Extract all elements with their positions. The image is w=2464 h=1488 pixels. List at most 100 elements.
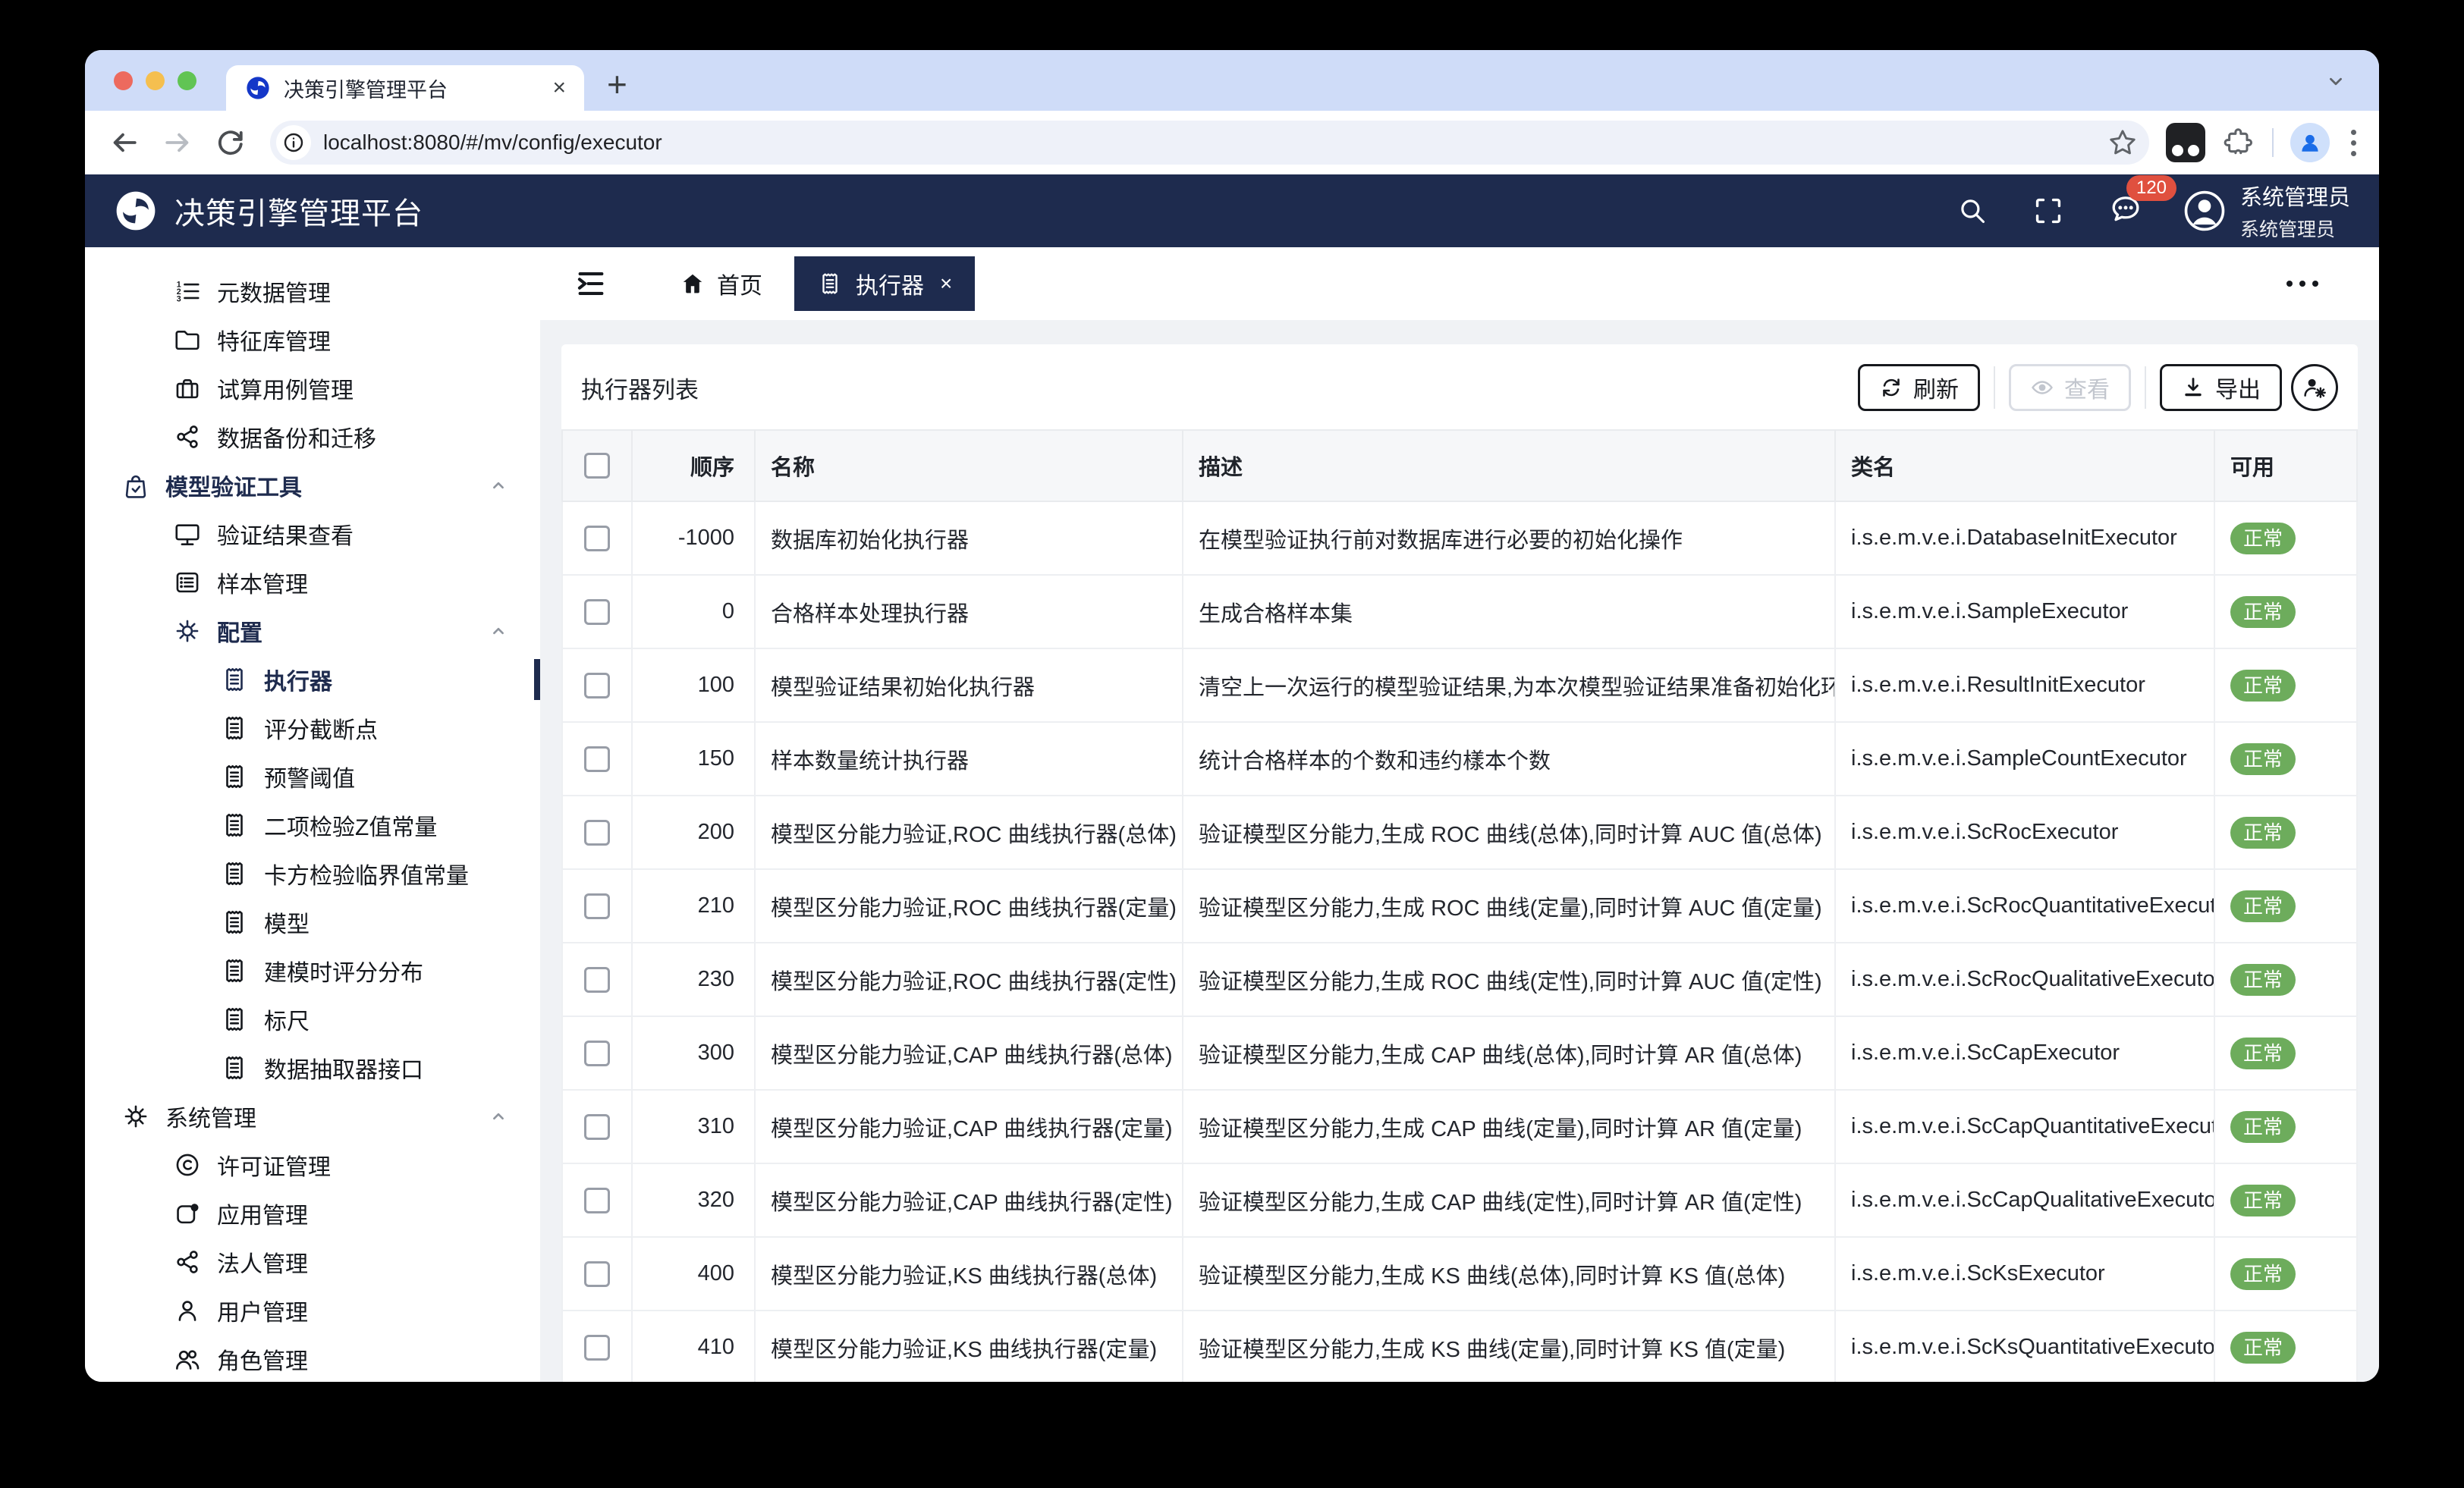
sidebar-item[interactable]: 模型验证工具 [85, 461, 540, 510]
user-avatar[interactable] [2183, 189, 2227, 233]
table-row: 300 模型区分能力验证,CAP 曲线执行器(总体) 验证模型区分能力,生成 C… [562, 1016, 2357, 1090]
cell-class: i.s.e.m.v.e.i.ScRocQuantitativeExecutor [1835, 869, 2214, 943]
cell-class: i.s.e.m.v.e.i.DatabaseInitExecutor [1835, 501, 2214, 575]
table-row: 230 模型区分能力验证,ROC 曲线执行器(定性) 验证模型区分能力,生成 R… [562, 943, 2357, 1016]
cell-desc: 验证模型区分能力,生成 CAP 曲线(定量),同时计算 AR 值(定量) [1183, 1090, 1835, 1163]
briefcase-icon [173, 374, 202, 403]
minimize-window-button[interactable] [146, 71, 165, 90]
bookmark-star-icon[interactable] [2107, 127, 2139, 159]
browser-tab[interactable]: 决策引擎管理平台 × [226, 65, 584, 111]
tab-close-icon[interactable]: × [552, 75, 566, 101]
cell-order: 100 [632, 648, 755, 722]
user-icon [173, 1296, 202, 1325]
row-checkbox[interactable] [584, 967, 610, 993]
sidebar-item[interactable]: 评分截断点 [85, 704, 540, 752]
row-checkbox[interactable] [584, 1114, 610, 1140]
row-checkbox[interactable] [584, 1261, 610, 1287]
row-checkbox[interactable] [584, 746, 610, 772]
sidebar-item[interactable]: 应用管理 [85, 1189, 540, 1238]
status-badge: 正常 [2230, 964, 2296, 996]
sidebar-item[interactable]: 验证结果查看 [85, 510, 540, 558]
sidebar-item[interactable]: 用户管理 [85, 1286, 540, 1335]
browser-window: 决策引擎管理平台 × + localhost:8080/#/mv/config/… [85, 50, 2379, 1382]
row-checkbox[interactable] [584, 893, 610, 919]
export-button[interactable]: 导出 [2160, 364, 2282, 411]
tab-home-label: 首页 [717, 267, 762, 300]
sidebar-item-label: 模型验证工具 [165, 469, 302, 502]
sidebar-item-label: 特征库管理 [217, 323, 331, 356]
sidebar-item[interactable]: 标尺 [85, 995, 540, 1044]
sidebar-item[interactable]: 二项检验Z值常量 [85, 801, 540, 849]
sidebar-item[interactable]: 数据备份和迁移 [85, 413, 540, 461]
chevron-down-icon[interactable] [2324, 70, 2347, 93]
browser-profile-avatar[interactable] [2290, 123, 2330, 162]
app-navbar: 决策引擎管理平台 120 系统管理员 系统管理员 [85, 174, 2379, 247]
row-checkbox[interactable] [584, 1335, 610, 1361]
site-info-icon[interactable] [276, 125, 311, 160]
sidebar-item[interactable]: 样本管理 [85, 558, 540, 607]
browser-toolbar: localhost:8080/#/mv/config/executor [85, 111, 2379, 174]
row-checkbox[interactable] [584, 1041, 610, 1066]
monitor-icon [173, 520, 202, 548]
sidebar-item[interactable]: 角色管理 [85, 1335, 540, 1382]
maximize-window-button[interactable] [178, 71, 196, 90]
sidebar-item[interactable]: 数据抽取器接口 [85, 1044, 540, 1092]
cell-desc: 在模型验证执行前对数据库进行必要的初始化操作 [1183, 501, 1835, 575]
fullscreen-icon[interactable] [2032, 195, 2064, 227]
sidebar-item[interactable]: 卡方检验临界值常量 [85, 849, 540, 898]
cell-desc: 验证模型区分能力,生成 ROC 曲线(定量),同时计算 AUC 值(定量) [1183, 869, 1835, 943]
cell-desc: 验证模型区分能力,生成 KS 曲线(定量),同时计算 KS 值(定量) [1183, 1311, 1835, 1382]
reload-icon[interactable] [214, 126, 247, 159]
sidebar-item-label: 评分截断点 [264, 711, 378, 745]
row-checkbox[interactable] [584, 526, 610, 551]
folder-icon [173, 325, 202, 354]
refresh-button[interactable]: 刷新 [1858, 364, 1980, 411]
sidebar-item[interactable]: 试算用例管理 [85, 364, 540, 413]
tab-more-icon[interactable] [2286, 281, 2318, 287]
sidebar-collapse-icon[interactable] [574, 266, 608, 301]
receipt-icon [220, 908, 249, 937]
receipt-icon [220, 714, 249, 742]
extensions-puzzle-icon[interactable] [2222, 126, 2255, 159]
tab-home[interactable]: 首页 [680, 267, 762, 300]
actions-divider [1994, 366, 1995, 409]
new-tab-button[interactable]: + [607, 67, 627, 102]
sidebar-item[interactable]: 配置 [85, 607, 540, 655]
sidebar-item[interactable]: 预警阈值 [85, 752, 540, 801]
sidebar-item[interactable]: 执行器 [85, 655, 540, 704]
executor-table: 顺序 名称 描述 类名 可用 -1000 数据库初始化执行器 在模型验证执行前对… [561, 429, 2358, 1382]
tab-executor[interactable]: 执行器 × [794, 256, 975, 311]
sidebar-item[interactable]: 特征库管理 [85, 315, 540, 364]
gear-icon [121, 1102, 150, 1131]
sidebar-item-label: 许可证管理 [217, 1148, 331, 1182]
sidebar-item[interactable]: 123 元数据管理 [85, 267, 540, 315]
close-window-button[interactable] [114, 71, 133, 90]
row-checkbox[interactable] [584, 673, 610, 698]
browser-menu-icon[interactable] [2351, 130, 2356, 156]
sidebar-item[interactable]: 建模时评分分布 [85, 946, 540, 995]
app-title: 决策引擎管理平台 [174, 189, 423, 233]
url-text[interactable]: localhost:8080/#/mv/config/executor [323, 130, 2107, 155]
row-checkbox[interactable] [584, 599, 610, 625]
address-bar[interactable]: localhost:8080/#/mv/config/executor [270, 121, 2149, 165]
row-checkbox[interactable] [584, 1188, 610, 1213]
select-all-checkbox[interactable] [584, 453, 610, 479]
column-settings-button[interactable] [2291, 364, 2338, 411]
row-checkbox[interactable] [584, 820, 610, 846]
view-button[interactable]: 查看 [2009, 364, 2131, 411]
sidebar-item[interactable]: 系统管理 [85, 1092, 540, 1141]
sidebar-item[interactable]: 模型 [85, 898, 540, 946]
sidebar-item[interactable]: 法人管理 [85, 1238, 540, 1286]
tab-close-icon[interactable]: × [940, 272, 952, 296]
forward-icon[interactable] [161, 126, 194, 159]
table-row: 400 模型区分能力验证,KS 曲线执行器(总体) 验证模型区分能力,生成 KS… [562, 1237, 2357, 1311]
search-icon[interactable] [1956, 195, 1988, 227]
cell-order: 210 [632, 869, 755, 943]
messages-button[interactable]: 120 [2108, 192, 2143, 231]
receipt-icon [220, 859, 249, 888]
extension-button[interactable] [2166, 123, 2205, 162]
user-info[interactable]: 系统管理员 系统管理员 [2240, 180, 2350, 242]
sidebar-item[interactable]: 许可证管理 [85, 1141, 540, 1189]
back-icon[interactable] [108, 126, 141, 159]
cell-order: 200 [632, 796, 755, 869]
